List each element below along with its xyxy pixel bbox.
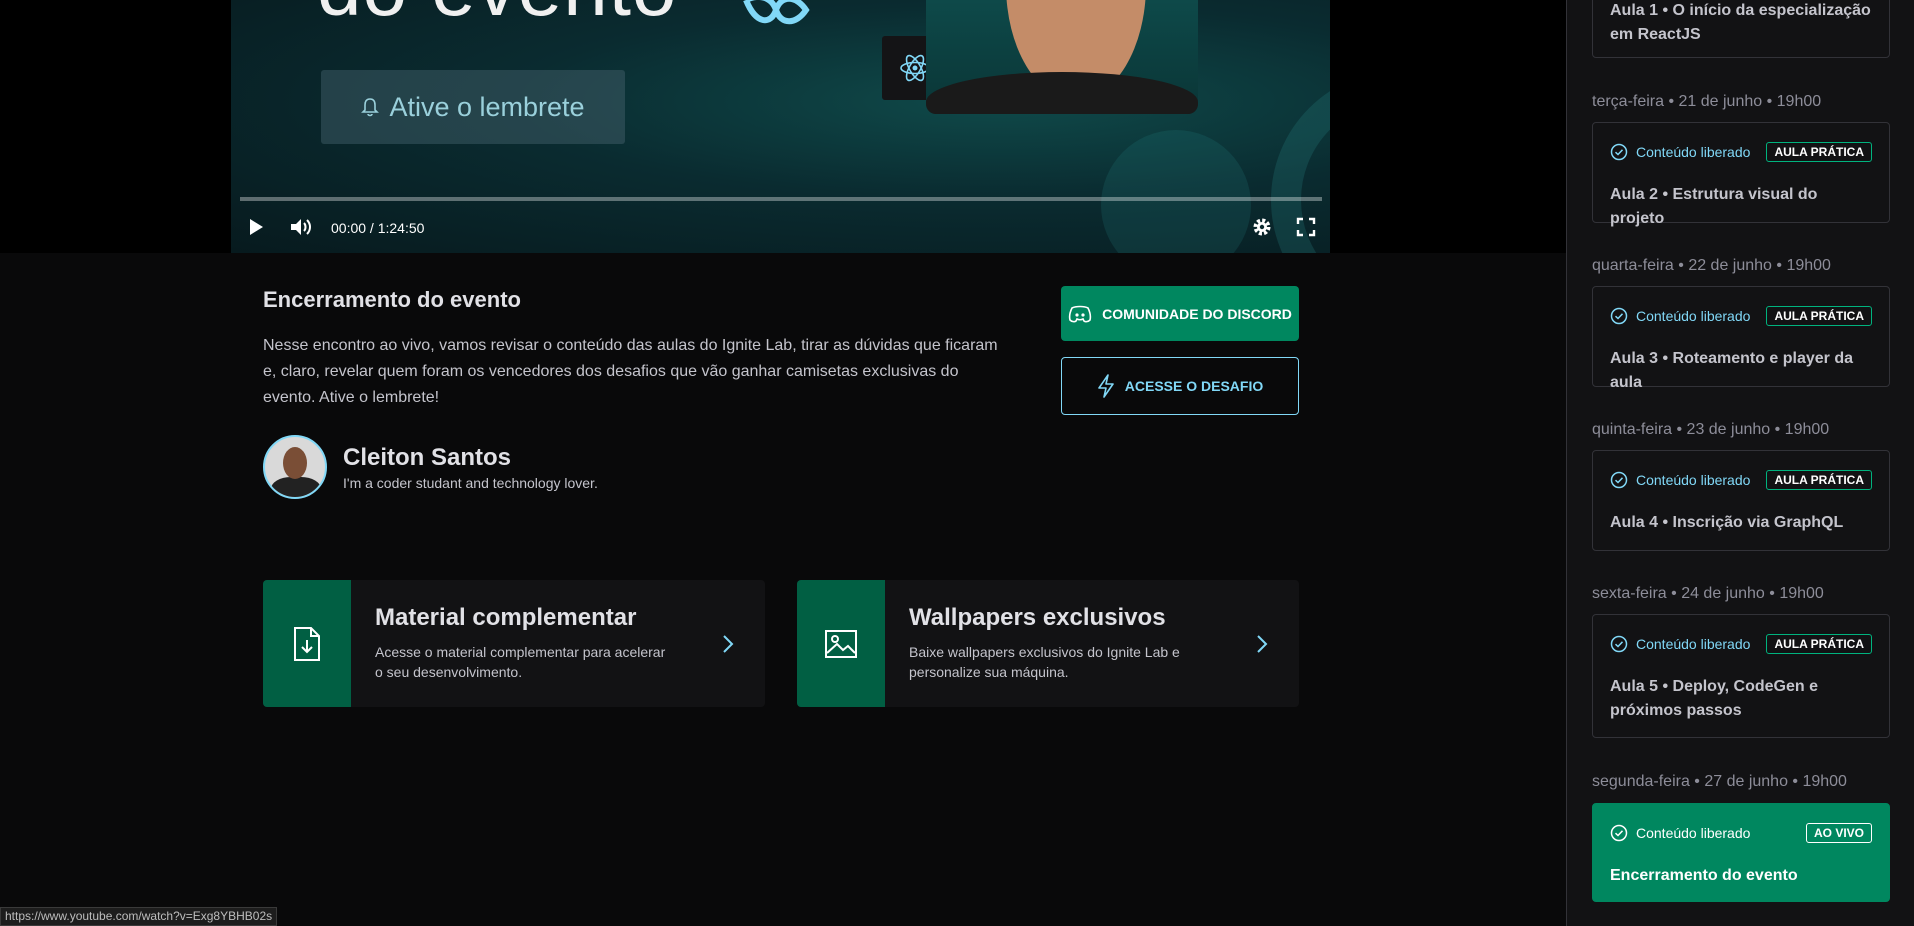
settings-button[interactable]: [1249, 213, 1275, 241]
lesson-status: Conteúdo liberado: [1610, 143, 1750, 161]
lesson-status: Conteúdo liberado: [1610, 635, 1750, 653]
lesson-card-3[interactable]: Conteúdo liberado AULA PRÁTICA Aula 3 • …: [1592, 286, 1890, 391]
teacher-name: Cleiton Santos: [343, 444, 512, 471]
lesson-status: Conteúdo liberado: [1610, 307, 1750, 325]
challenge-button[interactable]: ACESSE O DESAFIO: [1061, 357, 1299, 415]
lesson-card-title: Aula 5 • Deploy, CodeGen e próximos pass…: [1610, 678, 1819, 719]
file-download-icon: [294, 626, 320, 661]
lesson-status: Conteúdo liberado: [1610, 824, 1750, 842]
lesson-card-active[interactable]: Conteúdo liberado AO VIVO Encerramento d…: [1592, 803, 1890, 902]
card-text: Baixe wallpapers exclusivos do Ignite La…: [909, 644, 1180, 680]
fullscreen-button[interactable]: [1293, 213, 1319, 241]
card-title: Material complementar: [375, 604, 637, 631]
play-icon: [250, 219, 263, 235]
card-icon-container: [263, 580, 351, 707]
ignite-logo-icon: [743, 0, 810, 25]
avatar: [263, 435, 327, 499]
lesson-type-badge: AULA PRÁTICA: [1766, 142, 1872, 162]
lesson-date: terça-feira • 21 de junho • 19h00: [1592, 93, 1822, 110]
lesson-type-badge: AULA PRÁTICA: [1766, 306, 1872, 326]
bell-icon: [361, 98, 380, 117]
volume-icon: [291, 219, 311, 235]
chevron-right-icon: [723, 634, 734, 653]
status-bar-url: https://www.youtube.com/watch?v=Exg8YBHB…: [0, 907, 278, 926]
discord-label: COMUNIDADE DO DISCORD: [1102, 305, 1292, 322]
video-headline: do evento: [317, 0, 677, 34]
teacher-bio: I'm a coder studant and technology lover…: [343, 475, 598, 491]
fullscreen-icon: [1296, 217, 1316, 237]
lesson-date: quarta-feira • 22 de junho • 19h00: [1592, 257, 1831, 274]
check-circle-icon: [1610, 471, 1628, 489]
lesson-type-badge: AO VIVO: [1805, 823, 1872, 843]
lesson-card-title: Encerramento do evento: [1610, 867, 1798, 884]
presenter-photo: [926, 0, 1198, 114]
lesson-date: quinta-feira • 23 de junho • 19h00: [1592, 421, 1830, 438]
wallpapers-card[interactable]: Wallpapers exclusivos Baixe wallpapers e…: [797, 580, 1299, 707]
lesson-card-title: Aula 4 • Inscrição via GraphQL: [1610, 514, 1844, 531]
lesson-status-label: Conteúdo liberado: [1636, 308, 1751, 324]
material-card[interactable]: Material complementar Acesse o material …: [263, 580, 765, 707]
lesson-status-label: Conteúdo liberado: [1636, 825, 1751, 841]
lesson-status-label: Conteúdo liberado: [1636, 144, 1751, 160]
reminder-label: Ative o lembrete: [389, 91, 585, 122]
check-circle-icon: [1610, 635, 1628, 653]
image-icon: [825, 629, 857, 658]
lesson-type-badge: AULA PRÁTICA: [1766, 634, 1872, 654]
check-circle-icon: [1610, 824, 1628, 842]
video-time: 00:00 / 1:24:50: [331, 220, 425, 236]
card-icon-container: [797, 580, 885, 707]
chevron-right-icon: [1257, 634, 1268, 653]
lesson-description: Nesse encontro ao vivo, vamos revisar o …: [263, 337, 998, 406]
gear-icon: [1253, 218, 1271, 236]
card-text: Acesse o material complementar para acel…: [375, 644, 666, 680]
video-progress-bar[interactable]: [240, 197, 1322, 201]
reminder-button[interactable]: Ative o lembrete: [321, 70, 625, 144]
lesson-status-label: Conteúdo liberado: [1636, 472, 1751, 488]
discord-icon: [1068, 305, 1092, 322]
check-circle-icon: [1610, 307, 1628, 325]
video-player-area: do evento Ative o lembrete: [0, 0, 1566, 253]
teacher-info: Cleiton Santos I'm a coder studant and t…: [263, 435, 598, 499]
lesson-card-title: Aula 2 • Estrutura visual do projeto: [1610, 186, 1818, 227]
lesson-date: sexta-feira • 24 de junho • 19h00: [1592, 585, 1824, 602]
lightning-icon: [1097, 374, 1114, 398]
lesson-card-5[interactable]: Conteúdo liberado AULA PRÁTICA Aula 5 • …: [1592, 614, 1890, 738]
lesson-card-1[interactable]: Aula 1 • O início da especialização em R…: [1592, 0, 1890, 58]
card-title: Wallpapers exclusivos: [909, 604, 1166, 631]
lesson-status-label: Conteúdo liberado: [1636, 636, 1751, 652]
challenge-label: ACESSE O DESAFIO: [1124, 378, 1264, 394]
lesson-status: Conteúdo liberado: [1610, 471, 1750, 489]
lesson-card-title: Aula 3 • Roteamento e player da aula: [1610, 350, 1854, 391]
lesson-title: Encerramento do evento: [263, 287, 521, 312]
play-button[interactable]: [245, 213, 267, 241]
volume-button[interactable]: [287, 213, 315, 241]
lesson-card-4[interactable]: Conteúdo liberado AULA PRÁTICA Aula 4 • …: [1592, 450, 1890, 551]
check-circle-icon: [1610, 143, 1628, 161]
discord-community-button[interactable]: COMUNIDADE DO DISCORD: [1061, 286, 1299, 341]
video-player[interactable]: do evento Ative o lembrete: [231, 0, 1330, 253]
lesson-date: segunda-feira • 27 de junho • 19h00: [1592, 773, 1847, 790]
lesson-type-badge: AULA PRÁTICA: [1766, 470, 1872, 490]
lesson-card-2[interactable]: Conteúdo liberado AULA PRÁTICA Aula 2 • …: [1592, 122, 1890, 227]
video-controls: 00:00 / 1:24:50: [231, 213, 1330, 243]
lesson-sidebar: Aula 1 • O início da especialização em R…: [1566, 0, 1914, 926]
lesson-card-title: Aula 1 • O início da especialização em R…: [1610, 2, 1871, 43]
